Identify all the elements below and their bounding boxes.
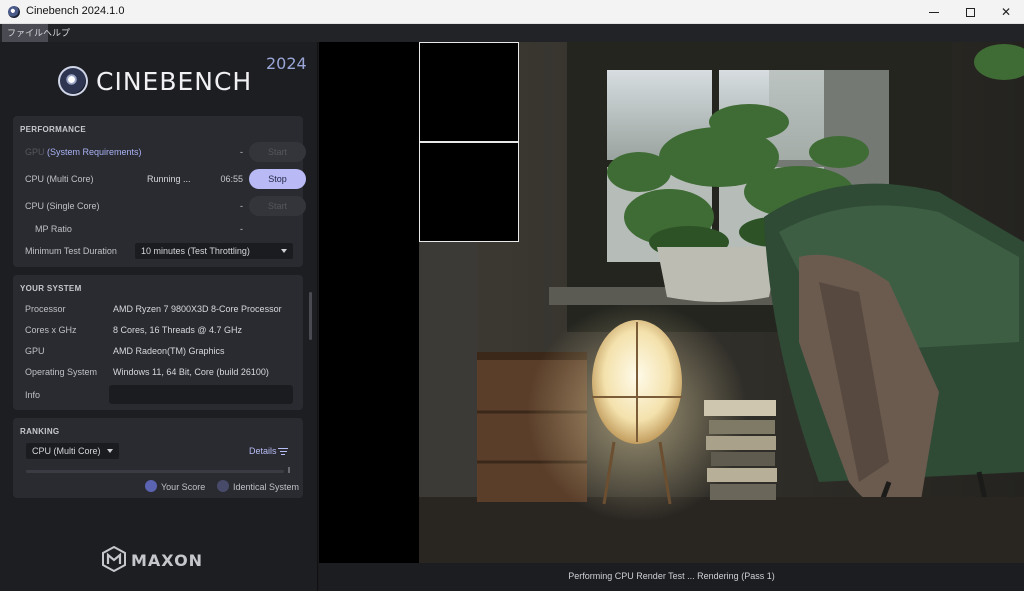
cpu-single-row: CPU (Single Core) - Start bbox=[25, 196, 306, 216]
gpu-start-button[interactable]: Start bbox=[249, 142, 306, 162]
your-score-legend-label: Your Score bbox=[161, 482, 206, 492]
identical-system-legend-dot bbox=[217, 480, 229, 492]
system-row-value: AMD Radeon(TM) Graphics bbox=[113, 346, 225, 356]
your-system-card: YOUR SYSTEM Processor AMD Ryzen 7 9800X3… bbox=[13, 275, 303, 410]
maxon-logo-text: MAXON bbox=[131, 551, 204, 570]
menu-help[interactable]: ヘルプ bbox=[38, 24, 75, 42]
cpu-single-time: - bbox=[240, 201, 243, 211]
details-button[interactable]: Details bbox=[249, 446, 277, 456]
system-requirements-link[interactable]: (System Requirements) bbox=[47, 147, 142, 157]
min-duration-value: 10 minutes (Test Throttling) bbox=[141, 246, 250, 256]
cpu-multi-row: CPU (Multi Core) Running ... 06:55 Stop bbox=[25, 169, 306, 189]
ranking-title: RANKING bbox=[20, 427, 60, 436]
cpu-multi-time: 06:55 bbox=[220, 174, 243, 184]
performance-title: PERFORMANCE bbox=[20, 125, 86, 134]
cpu-single-start-button[interactable]: Start bbox=[249, 196, 306, 216]
system-row-processor: Processor AMD Ryzen 7 9800X3D 8-Core Pro… bbox=[25, 300, 300, 318]
cpu-single-label: CPU (Single Core) bbox=[25, 201, 100, 211]
system-row-value: 8 Cores, 16 Threads @ 4.7 GHz bbox=[113, 325, 243, 335]
close-icon: ✕ bbox=[1000, 5, 1012, 19]
system-row-os: Operating System Windows 11, 64 Bit, Cor… bbox=[25, 363, 300, 381]
system-row-label: GPU bbox=[25, 346, 45, 356]
logo-text: CINEBENCH bbox=[96, 67, 253, 96]
min-duration-dropdown[interactable]: 10 minutes (Test Throttling) bbox=[135, 243, 293, 259]
info-field[interactable] bbox=[109, 385, 293, 404]
render-viewport bbox=[319, 42, 1024, 563]
your-system-title: YOUR SYSTEM bbox=[20, 284, 82, 293]
min-duration-label: Minimum Test Duration bbox=[25, 246, 117, 256]
mp-ratio-value: - bbox=[240, 224, 243, 234]
left-panel: CINEBENCH 2024 PERFORMANCE GPU (System R… bbox=[0, 42, 318, 591]
info-label: Info bbox=[25, 390, 41, 400]
gpu-test-time: - bbox=[240, 147, 243, 157]
cinebench-app-icon bbox=[8, 6, 20, 18]
cpu-multi-label: CPU (Multi Core) bbox=[25, 174, 94, 184]
chevron-down-icon bbox=[107, 449, 113, 453]
cinebench-logo: CINEBENCH bbox=[58, 66, 258, 98]
ranking-scroll-track[interactable] bbox=[26, 470, 284, 473]
gpu-test-label: GPU (System Requirements) bbox=[25, 147, 142, 157]
close-button[interactable]: ✕ bbox=[988, 0, 1024, 24]
render-bucket bbox=[419, 142, 519, 242]
maximize-button[interactable] bbox=[952, 0, 988, 24]
ranking-card: RANKING CPU (Multi Core) Details Your Sc… bbox=[13, 418, 303, 498]
system-row-gpu: GPU AMD Radeon(TM) Graphics bbox=[25, 342, 300, 360]
title-bar: Cinebench 2024.1.0 ✕ bbox=[0, 0, 1024, 24]
gpu-test-row: GPU (System Requirements) - Start bbox=[25, 142, 306, 162]
system-row-label: Processor bbox=[25, 304, 66, 314]
filter-icon bbox=[278, 448, 288, 456]
render-bucket bbox=[419, 42, 519, 142]
mp-ratio-row: MP Ratio - bbox=[25, 219, 295, 239]
cpu-multi-status: Running ... bbox=[147, 174, 191, 184]
status-bar: Performing CPU Render Test ... Rendering… bbox=[319, 563, 1024, 591]
maxon-logo-icon bbox=[102, 546, 126, 572]
minimize-button[interactable] bbox=[916, 0, 952, 24]
cinebench-logo-icon bbox=[58, 66, 88, 96]
system-row-value: AMD Ryzen 7 9800X3D 8-Core Processor bbox=[113, 304, 282, 314]
system-row-label: Cores x GHz bbox=[25, 325, 77, 335]
identical-system-legend-label: Identical System bbox=[233, 482, 300, 492]
maximize-icon bbox=[965, 7, 975, 17]
performance-card: PERFORMANCE GPU (System Requirements) - … bbox=[13, 116, 306, 267]
panel-scrollbar[interactable] bbox=[309, 292, 312, 340]
mp-ratio-label: MP Ratio bbox=[35, 224, 72, 234]
version-year: 2024 bbox=[266, 54, 307, 73]
cpu-multi-stop-button[interactable]: Stop bbox=[249, 169, 306, 189]
your-score-legend-dot bbox=[145, 480, 157, 492]
system-row-value: Windows 11, 64 Bit, Core (build 26100) bbox=[113, 367, 269, 377]
status-text: Performing CPU Render Test ... Rendering… bbox=[568, 571, 775, 581]
window-title: Cinebench 2024.1.0 bbox=[26, 5, 125, 17]
ranking-scroll-handle[interactable] bbox=[288, 467, 290, 473]
system-row-cores: Cores x GHz 8 Cores, 16 Threads @ 4.7 GH… bbox=[25, 321, 300, 339]
system-row-label: Operating System bbox=[25, 367, 98, 377]
chevron-down-icon bbox=[281, 249, 287, 253]
menu-bar: ファイル ヘルプ bbox=[0, 24, 1024, 42]
ranking-selected: CPU (Multi Core) bbox=[32, 446, 101, 456]
minimize-icon bbox=[929, 11, 939, 13]
ranking-test-dropdown[interactable]: CPU (Multi Core) bbox=[26, 443, 119, 459]
